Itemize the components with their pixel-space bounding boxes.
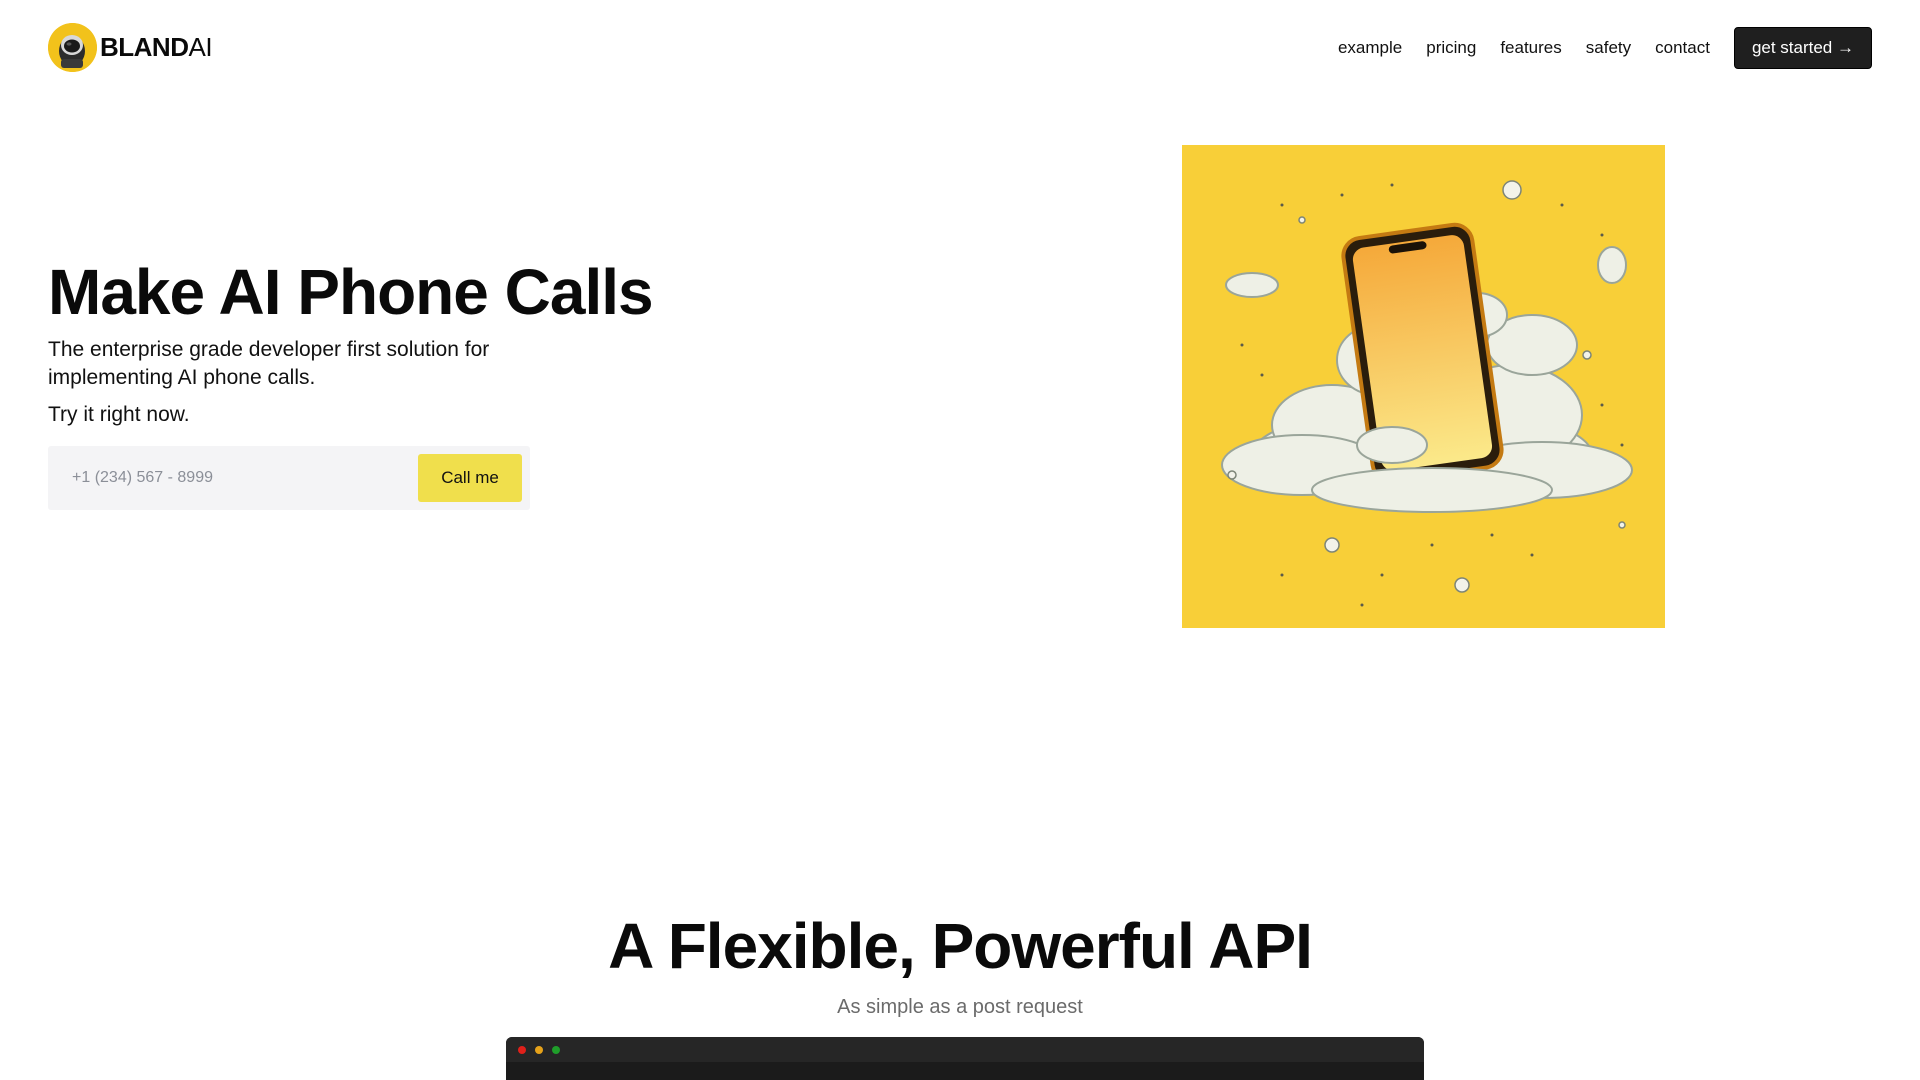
- nav-link-example[interactable]: example: [1338, 27, 1402, 69]
- nav-link-contact[interactable]: contact: [1655, 27, 1710, 69]
- api-section-subtitle: As simple as a post request: [837, 996, 1083, 1018]
- api-section-title: A Flexible, Powerful API: [608, 910, 1313, 982]
- brand-wordmark: BLANDAI: [100, 23, 213, 72]
- hero-subtitle: The enterprise grade developer first sol…: [48, 338, 490, 389]
- hero-try-text: Try it right now.: [48, 403, 190, 426]
- get-started-button[interactable]: get started →: [1733, 27, 1872, 69]
- brand-name-bold: BLAND: [100, 32, 189, 62]
- window-minimize-dot-icon: [535, 1045, 543, 1054]
- phone-in-cloud-illustration-icon: [1182, 145, 1665, 628]
- window-close-dot-icon: [518, 1045, 526, 1054]
- nav-link-safety[interactable]: safety: [1586, 27, 1631, 69]
- hero-title: Make AI Phone Calls: [48, 256, 654, 328]
- site-header: BLANDAI example pricing features safety …: [0, 0, 1920, 98]
- brand-name-light: AI: [188, 32, 213, 62]
- window-maximize-dot-icon: [552, 1045, 560, 1054]
- brand-logo[interactable]: BLANDAI: [48, 23, 213, 72]
- code-example-window: [506, 1037, 1424, 1080]
- call-me-button[interactable]: Call me: [418, 454, 522, 502]
- call-me-form: Call me: [48, 446, 530, 510]
- phone-number-input[interactable]: [48, 446, 408, 510]
- nav-link-features[interactable]: features: [1500, 27, 1561, 69]
- nav-link-pricing[interactable]: pricing: [1426, 27, 1476, 69]
- astronaut-logo-icon: [48, 23, 97, 72]
- code-window-titlebar: [506, 1037, 1424, 1062]
- main-nav: example pricing features safety contact …: [1338, 27, 1872, 69]
